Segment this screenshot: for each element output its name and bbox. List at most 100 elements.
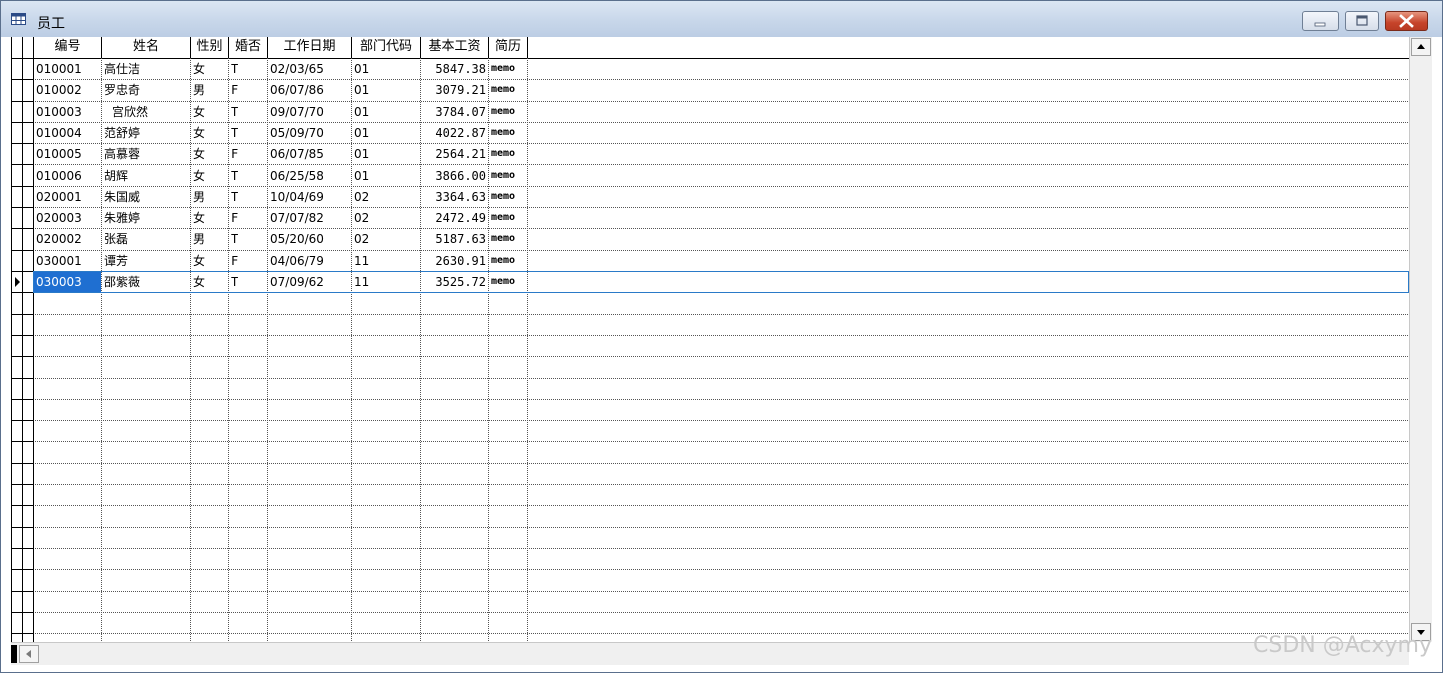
cell-gender[interactable]: 女 [193, 166, 226, 186]
cell-name[interactable]: 宫欣然 [112, 102, 196, 122]
cell-resume[interactable]: memo [491, 187, 525, 207]
cell-work-date[interactable]: 05/20/60 [270, 229, 349, 249]
column-header[interactable]: 工作日期 [268, 37, 351, 57]
cell-resume[interactable]: memo [491, 102, 525, 122]
cell-name[interactable]: 朱雅婷 [104, 208, 188, 228]
cell-married[interactable]: F [231, 208, 265, 228]
cell-work-date[interactable]: 02/03/65 [270, 59, 349, 79]
cell-dept-code[interactable]: 01 [354, 102, 418, 122]
cell-work-date[interactable]: 10/04/69 [270, 187, 349, 207]
cell-gender[interactable]: 女 [193, 123, 226, 143]
cell-name[interactable]: 张磊 [104, 229, 188, 249]
cell-salary[interactable]: 2472.49 [423, 208, 486, 228]
cell-salary[interactable]: 3525.72 [423, 272, 486, 292]
cell-salary[interactable]: 2564.21 [423, 144, 486, 164]
cell-name[interactable]: 高仕洁 [104, 59, 188, 79]
cell-id[interactable]: 010004 [36, 123, 99, 143]
cell-married[interactable]: F [231, 80, 265, 100]
cell-work-date[interactable]: 06/07/85 [270, 144, 349, 164]
cell-married[interactable]: T [231, 123, 265, 143]
cell-salary[interactable]: 3364.63 [423, 187, 486, 207]
horizontal-scrollbar[interactable] [11, 642, 1409, 665]
minimize-button[interactable] [1302, 11, 1339, 31]
cell-married[interactable]: T [231, 272, 265, 292]
cell-id[interactable]: 010001 [36, 59, 99, 79]
cell-resume[interactable]: memo [491, 229, 525, 249]
cell-resume[interactable]: memo [491, 144, 525, 164]
cell-salary[interactable]: 5187.63 [423, 229, 486, 249]
cell-gender[interactable]: 男 [193, 187, 226, 207]
cell-resume[interactable]: memo [491, 251, 525, 271]
cell-id[interactable]: 010006 [36, 166, 99, 186]
cell-work-date[interactable]: 09/07/70 [270, 102, 349, 122]
column-header[interactable]: 性别 [191, 37, 228, 57]
cell-salary[interactable]: 5847.38 [423, 59, 486, 79]
cell-dept-code[interactable]: 11 [354, 272, 418, 292]
cell-resume[interactable]: memo [491, 272, 525, 292]
cell-salary[interactable]: 4022.87 [423, 123, 486, 143]
column-header[interactable]: 简历 [489, 37, 527, 57]
cell-dept-code[interactable]: 01 [354, 59, 418, 79]
cell-gender[interactable]: 女 [193, 59, 226, 79]
partition-splitter[interactable] [11, 645, 17, 663]
cell-resume[interactable]: memo [491, 59, 525, 79]
column-header[interactable]: 基本工资 [421, 37, 488, 57]
vertical-scrollbar[interactable] [1409, 37, 1432, 642]
cell-married[interactable]: F [231, 144, 265, 164]
cell-resume[interactable]: memo [491, 166, 525, 186]
cell-id[interactable]: 010003 [36, 102, 99, 122]
cell-id[interactable]: 020002 [36, 229, 99, 249]
cell-gender[interactable]: 女 [193, 251, 226, 271]
scroll-up-button[interactable] [1411, 38, 1431, 56]
cell-gender[interactable]: 女 [193, 272, 226, 292]
cell-dept-code[interactable]: 11 [354, 251, 418, 271]
cell-married[interactable]: T [231, 187, 265, 207]
cell-gender[interactable]: 女 [193, 144, 226, 164]
cell-dept-code[interactable]: 01 [354, 144, 418, 164]
cell-dept-code[interactable]: 02 [354, 208, 418, 228]
cell-salary[interactable]: 2630.91 [423, 251, 486, 271]
cell-gender[interactable]: 女 [193, 208, 226, 228]
cell-work-date[interactable]: 05/09/70 [270, 123, 349, 143]
cell-id[interactable]: 010005 [36, 144, 99, 164]
cell-name[interactable]: 罗忠奇 [104, 80, 188, 100]
cell-dept-code[interactable]: 02 [354, 187, 418, 207]
title-bar[interactable]: 员工 [1, 1, 1442, 37]
cell-dept-code[interactable]: 02 [354, 229, 418, 249]
cell-resume[interactable]: memo [491, 123, 525, 143]
cell-id[interactable]: 020001 [36, 187, 99, 207]
cell-work-date[interactable]: 06/25/58 [270, 166, 349, 186]
cell-name[interactable]: 范舒婷 [104, 123, 188, 143]
data-grid[interactable]: 编号 姓名 性别 婚否 工作日期 部门代码 基本工资 简历 010001 高仕洁女 T 02/03/… [11, 37, 1409, 642]
cell-id[interactable]: 030003 [36, 272, 99, 292]
cell-work-date[interactable]: 07/07/82 [270, 208, 349, 228]
cell-name[interactable]: 高慕蓉 [104, 144, 188, 164]
cell-name[interactable]: 胡辉 [104, 166, 188, 186]
cell-resume[interactable]: memo [491, 80, 525, 100]
cell-dept-code[interactable]: 01 [354, 80, 418, 100]
cell-gender[interactable]: 女 [193, 102, 226, 122]
cell-work-date[interactable]: 07/09/62 [270, 272, 349, 292]
maximize-button[interactable] [1345, 11, 1379, 31]
cell-id[interactable]: 020003 [36, 208, 99, 228]
column-header[interactable]: 部门代码 [352, 37, 420, 57]
cell-id[interactable]: 030001 [36, 251, 99, 271]
cell-married[interactable]: T [231, 229, 265, 249]
cell-salary[interactable]: 3784.07 [423, 102, 486, 122]
cell-salary[interactable]: 3866.00 [423, 166, 486, 186]
column-header[interactable]: 编号 [34, 37, 101, 57]
cell-dept-code[interactable]: 01 [354, 123, 418, 143]
cell-name[interactable]: 邵紫薇 [104, 272, 188, 292]
cell-married[interactable]: T [231, 102, 265, 122]
cell-gender[interactable]: 男 [193, 229, 226, 249]
column-header[interactable]: 姓名 [102, 37, 190, 57]
cell-resume[interactable]: memo [491, 208, 525, 228]
cell-married[interactable]: F [231, 251, 265, 271]
cell-married[interactable]: T [231, 59, 265, 79]
cell-gender[interactable]: 男 [193, 80, 226, 100]
cell-id[interactable]: 010002 [36, 80, 99, 100]
cell-dept-code[interactable]: 01 [354, 166, 418, 186]
cell-work-date[interactable]: 04/06/79 [270, 251, 349, 271]
close-button[interactable] [1385, 11, 1428, 31]
cell-married[interactable]: T [231, 166, 265, 186]
